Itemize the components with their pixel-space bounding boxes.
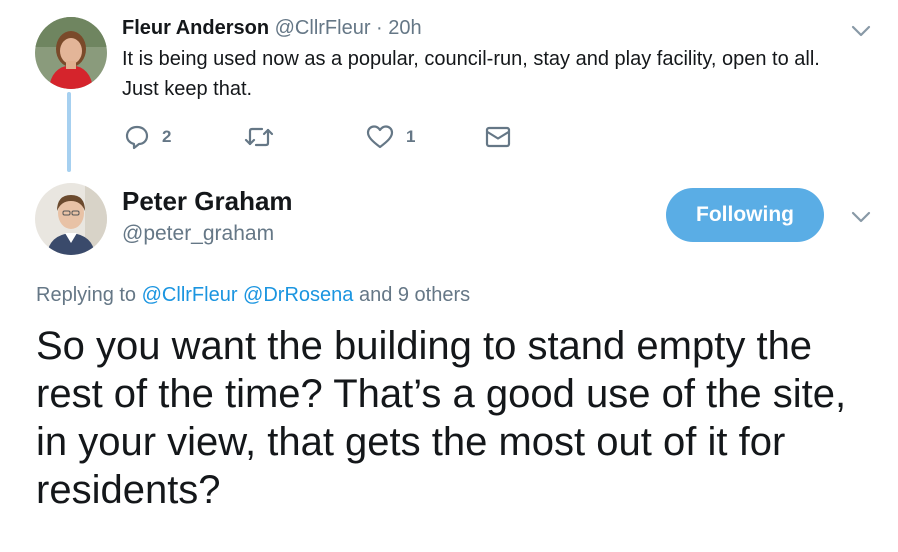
replying-prefix: Replying to bbox=[36, 284, 137, 306]
author-name[interactable]: Peter Graham bbox=[122, 185, 293, 217]
author-name[interactable]: Fleur Anderson bbox=[122, 17, 269, 39]
following-button[interactable]: Following bbox=[666, 188, 824, 242]
tweet-actions-bar: 2 1 bbox=[0, 120, 898, 154]
avatar-fleur-anderson[interactable] bbox=[35, 17, 107, 89]
envelope-icon bbox=[485, 126, 511, 148]
reply-count: 2 bbox=[162, 127, 172, 146]
direct-message-button[interactable] bbox=[485, 120, 511, 154]
heart-icon bbox=[366, 125, 394, 149]
separator-dot: · bbox=[376, 17, 383, 39]
retweet-icon bbox=[244, 127, 274, 147]
tweet-timestamp[interactable]: 20h bbox=[388, 17, 421, 39]
retweet-button[interactable] bbox=[244, 120, 274, 154]
replying-others[interactable]: and 9 others bbox=[359, 284, 470, 306]
chevron-down-icon[interactable] bbox=[851, 24, 871, 38]
avatar-peter-graham[interactable] bbox=[35, 183, 107, 255]
mention-link[interactable]: @DrRosena bbox=[243, 284, 353, 306]
like-button[interactable]: 1 bbox=[366, 120, 415, 154]
author-handle[interactable]: @CllrFleur bbox=[275, 17, 371, 39]
chevron-down-icon[interactable] bbox=[851, 210, 871, 224]
main-tweet-text: So you want the building to stand empty … bbox=[36, 324, 847, 512]
reply-icon bbox=[125, 125, 149, 150]
reply-tweet-text: It is being used now as a popular, counc… bbox=[122, 48, 820, 100]
like-count: 1 bbox=[406, 127, 416, 146]
mention-link[interactable]: @CllrFleur bbox=[142, 284, 238, 306]
reply-tweet-header: Fleur Anderson @CllrFleur · 20h bbox=[122, 15, 422, 41]
author-handle[interactable]: @peter_graham bbox=[122, 220, 274, 248]
reply-button[interactable]: 2 bbox=[124, 120, 171, 154]
replying-to-line: Replying to @CllrFleur @DrRosena and 9 o… bbox=[36, 281, 470, 309]
